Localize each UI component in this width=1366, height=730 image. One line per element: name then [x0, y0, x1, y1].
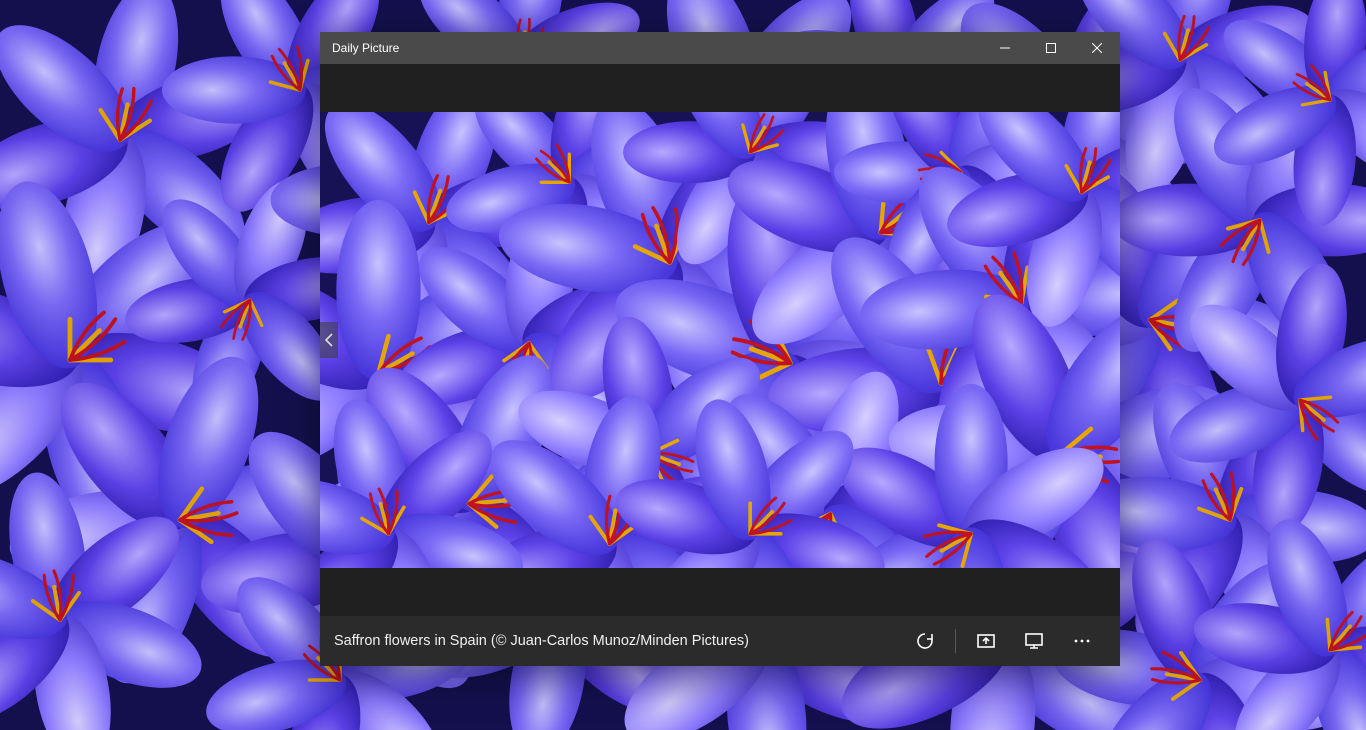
- image-viewer: [320, 112, 1120, 568]
- slideshow-icon: [1024, 631, 1044, 651]
- refresh-button[interactable]: [901, 616, 949, 666]
- app-window: Daily Picture: [320, 32, 1120, 666]
- window-title: Daily Picture: [332, 41, 399, 55]
- close-button[interactable]: [1074, 32, 1120, 64]
- slideshow-button[interactable]: [1010, 616, 1058, 666]
- image-caption: Saffron flowers in Spain (© Juan-Carlos …: [334, 633, 749, 649]
- daily-picture-image: [320, 112, 1120, 568]
- more-icon: [1072, 631, 1092, 651]
- set-wallpaper-button[interactable]: [962, 616, 1010, 666]
- set-wallpaper-icon: [976, 631, 996, 651]
- minimize-button[interactable]: [982, 32, 1028, 64]
- more-button[interactable]: [1058, 616, 1106, 666]
- title-bar[interactable]: Daily Picture: [320, 32, 1120, 64]
- command-bar: Saffron flowers in Spain (© Juan-Carlos …: [320, 616, 1120, 666]
- chevron-left-icon: [325, 333, 333, 347]
- top-band: [320, 64, 1120, 112]
- bottom-band: [320, 568, 1120, 616]
- toolbar-divider: [955, 629, 956, 653]
- maximize-button[interactable]: [1028, 32, 1074, 64]
- previous-image-button[interactable]: [320, 322, 338, 358]
- refresh-icon: [915, 631, 935, 651]
